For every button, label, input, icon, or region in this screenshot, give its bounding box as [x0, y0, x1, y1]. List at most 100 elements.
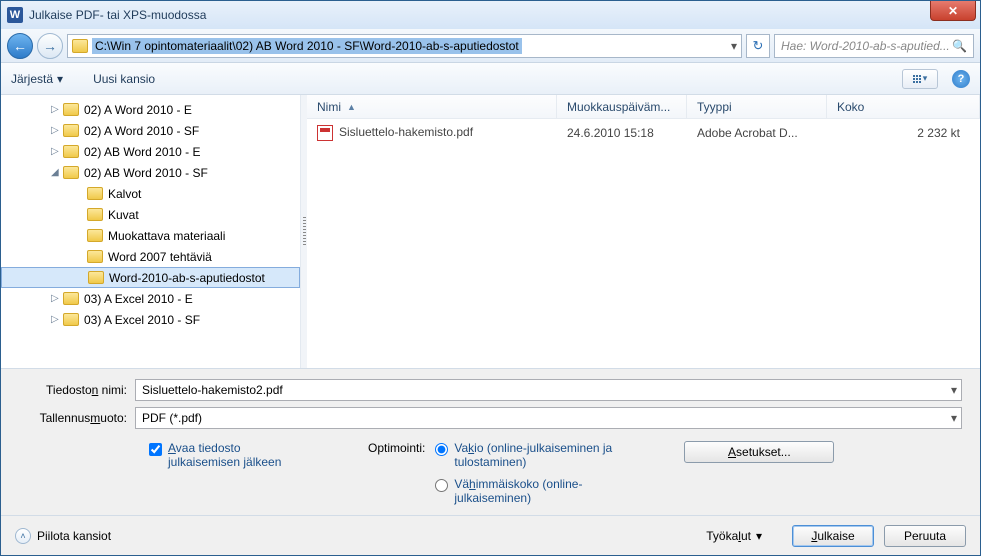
tree-item[interactable]: ▷ 03) A Excel 2010 - SF [1, 309, 300, 330]
forward-button[interactable]: → [37, 33, 63, 59]
address-bar[interactable]: C:\Win 7 opintomateriaalit\02) AB Word 2… [67, 34, 742, 58]
options-button[interactable]: Asetukset... [684, 441, 834, 463]
window-title: Julkaise PDF- tai XPS-muodossa [29, 8, 206, 22]
file-row[interactable]: Sisluettelo-hakemisto.pdf24.6.2010 15:18… [307, 119, 980, 147]
tree-item-label: 03) A Excel 2010 - SF [84, 313, 200, 327]
word-app-icon: W [7, 7, 23, 23]
column-type[interactable]: Tyyppi [687, 95, 827, 118]
tree-item-label: 02) AB Word 2010 - SF [84, 166, 208, 180]
expander-icon[interactable]: ▷ [51, 146, 63, 157]
file-name: Sisluettelo-hakemisto.pdf [339, 125, 473, 139]
file-size: 2 232 kt [827, 126, 980, 140]
toolbar: Järjestä ▾ Uusi kansio ▾ ? [1, 63, 980, 95]
hide-folders-label: Piilota kansiot [37, 529, 111, 543]
sort-asc-icon: ▲ [347, 102, 356, 112]
file-list: Nimi ▲ Muokkauspäiväm... Tyyppi Koko Sis… [307, 95, 980, 368]
folder-icon [63, 124, 79, 137]
optimize-minimum-input[interactable] [435, 479, 448, 492]
saveastype-label: Tallennusmuoto: [19, 411, 127, 425]
tree-item[interactable]: ◢ 02) AB Word 2010 - SF [1, 162, 300, 183]
folder-icon [88, 271, 104, 284]
tree-item-label: Muokattava materiaali [108, 229, 225, 243]
expander-icon[interactable]: ◢ [51, 167, 63, 178]
tree-item-label: Word 2007 tehtäviä [108, 250, 212, 264]
tree-item-label: Kalvot [108, 187, 141, 201]
tree-item[interactable]: Word-2010-ab-s-aputiedostot [1, 267, 300, 288]
filename-value: Sisluettelo-hakemisto2.pdf [142, 383, 283, 397]
folder-icon [63, 103, 79, 116]
chevron-down-icon[interactable]: ▾ [951, 383, 957, 397]
form-area: Tiedoston nimi: Sisluettelo-hakemisto2.p… [1, 368, 980, 515]
tree-item[interactable]: ▷ 02) A Word 2010 - E [1, 99, 300, 120]
help-button[interactable]: ? [952, 70, 970, 88]
pdf-icon [317, 125, 333, 141]
refresh-button[interactable]: ↻ [746, 34, 770, 58]
saveastype-input[interactable]: PDF (*.pdf) ▾ [135, 407, 962, 429]
tree-item-label: 02) A Word 2010 - SF [84, 124, 199, 138]
tree-item[interactable]: Word 2007 tehtäviä [1, 246, 300, 267]
body-split: ▷ 02) A Word 2010 - E ▷ 02) A Word 2010 - S… [1, 95, 980, 368]
tree-item[interactable]: ▷ 02) A Word 2010 - SF [1, 120, 300, 141]
hide-folders-button[interactable]: ˄ Piilota kansiot [15, 528, 111, 544]
expander-icon[interactable]: ▷ [51, 293, 63, 304]
expander-icon[interactable]: ▷ [51, 314, 63, 325]
column-modified[interactable]: Muokkauspäiväm... [557, 95, 687, 118]
chevron-down-icon[interactable]: ▾ [951, 411, 957, 425]
address-path: C:\Win 7 opintomateriaalit\02) AB Word 2… [92, 38, 522, 54]
tree-item[interactable]: Kalvot [1, 183, 300, 204]
optimize-label: Optimointi: [368, 441, 425, 455]
chevron-down-icon: ▾ [57, 72, 63, 86]
folder-icon [63, 313, 79, 326]
cancel-button[interactable]: Peruuta [884, 525, 966, 547]
tree-item-label: Word-2010-ab-s-aputiedostot [109, 271, 265, 285]
tree-item-label: Kuvat [108, 208, 139, 222]
tree-item[interactable]: Muokattava materiaali [1, 225, 300, 246]
footer: ˄ Piilota kansiot Työkalut ▾ Julkaise Pe… [1, 515, 980, 555]
tree-item[interactable]: ▷ 03) A Excel 2010 - E [1, 288, 300, 309]
nav-bar: ← → C:\Win 7 opintomateriaalit\02) AB Wo… [1, 29, 980, 63]
tree-item-label: 02) AB Word 2010 - E [84, 145, 201, 159]
view-mode-button[interactable]: ▾ [902, 69, 938, 89]
column-name[interactable]: Nimi ▲ [307, 95, 557, 118]
expander-icon[interactable]: ▷ [51, 125, 63, 136]
organize-button[interactable]: Järjestä ▾ [11, 72, 63, 86]
search-input[interactable]: Hae: Word-2010-ab-s-aputied... 🔍 [774, 34, 974, 58]
optimize-standard-radio[interactable]: Vakio (online-julkaiseminen ja tulostami… [435, 441, 624, 469]
folder-icon [63, 145, 79, 158]
folder-icon [87, 208, 103, 221]
dialog-window: W Julkaise PDF- tai XPS-muodossa ✕ ← → C… [0, 0, 981, 556]
tree-item-label: 02) A Word 2010 - E [84, 103, 192, 117]
folder-icon [63, 166, 79, 179]
tools-button[interactable]: Työkalut ▾ [706, 529, 762, 543]
expander-icon[interactable]: ▷ [51, 104, 63, 115]
search-icon: 🔍 [952, 39, 967, 53]
filename-input[interactable]: Sisluettelo-hakemisto2.pdf ▾ [135, 379, 962, 401]
saveastype-value: PDF (*.pdf) [142, 411, 202, 425]
splitter-grip-icon [303, 217, 306, 247]
close-button[interactable]: ✕ [930, 1, 976, 21]
file-type: Adobe Acrobat D... [687, 126, 827, 140]
tree-item[interactable]: Kuvat [1, 204, 300, 225]
open-after-checkbox[interactable]: Avaa tiedosto julkaisemisen jälkeen [149, 441, 308, 469]
optimize-standard-input[interactable] [435, 443, 448, 456]
open-after-input[interactable] [149, 443, 162, 456]
folder-tree[interactable]: ▷ 02) A Word 2010 - E ▷ 02) A Word 2010 - S… [1, 95, 301, 368]
chevron-down-icon: ▾ [923, 73, 928, 84]
back-button[interactable]: ← [7, 33, 33, 59]
new-folder-button[interactable]: Uusi kansio [93, 72, 155, 86]
folder-icon [87, 187, 103, 200]
column-headers: Nimi ▲ Muokkauspäiväm... Tyyppi Koko [307, 95, 980, 119]
folder-icon [72, 39, 88, 53]
tree-item[interactable]: ▷ 02) AB Word 2010 - E [1, 141, 300, 162]
title-bar: W Julkaise PDF- tai XPS-muodossa ✕ [1, 1, 980, 29]
chevron-up-icon: ˄ [15, 528, 31, 544]
folder-icon [87, 250, 103, 263]
folder-icon [87, 229, 103, 242]
view-icon [913, 75, 921, 83]
column-size[interactable]: Koko [827, 95, 980, 118]
optimize-minimum-radio[interactable]: Vähimmäiskoko (online-julkaiseminen) [435, 477, 624, 505]
tree-item-label: 03) A Excel 2010 - E [84, 292, 193, 306]
column-name-label: Nimi [317, 100, 341, 114]
publish-button[interactable]: Julkaise [792, 525, 874, 547]
address-dropdown-icon[interactable]: ▾ [731, 39, 737, 53]
